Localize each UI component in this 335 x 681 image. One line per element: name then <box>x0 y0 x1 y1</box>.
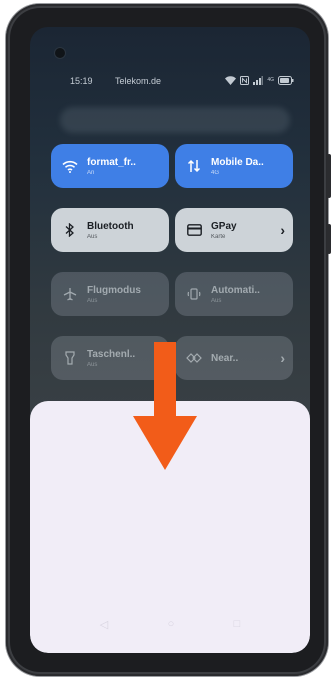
nfc-icon <box>240 76 250 87</box>
tile-status: Karte <box>211 233 226 240</box>
status-bar: 15:19 Telekom.de 4G <box>30 76 310 90</box>
flashlight-icon <box>59 347 81 369</box>
tile-status: Aus <box>87 297 98 304</box>
tile-status: An <box>87 169 95 176</box>
mobile-data-icon <box>183 155 205 177</box>
wifi-icon <box>225 76 237 87</box>
tile-status: Aus <box>87 361 98 368</box>
tile-gpay[interactable]: GPay Karte › <box>175 208 293 252</box>
recents-icon[interactable]: □ <box>234 618 241 631</box>
home-icon[interactable]: ○ <box>168 618 175 631</box>
power-button <box>327 224 331 254</box>
tile-bluetooth[interactable]: Bluetooth Aus <box>51 208 169 252</box>
bluetooth-icon <box>59 219 81 241</box>
tile-airplane-mode[interactable]: Flugmodus Aus <box>51 272 169 316</box>
tile-status: Aus <box>211 297 222 304</box>
chevron-right-icon: › <box>280 222 285 238</box>
tile-label: Near.. <box>211 352 239 364</box>
tile-wifi[interactable]: format_fr.. An <box>51 144 169 188</box>
navigation-bar: ◁ ○ □ <box>30 618 310 631</box>
tile-status: Aus <box>87 233 98 240</box>
4g-icon: 4G <box>267 76 274 83</box>
status-carrier: Telekom.de <box>115 76 162 86</box>
phone-screen: 15:19 Telekom.de 4G format_fr.. An Mobil… <box>30 27 310 653</box>
tile-auto-rotate[interactable]: Automati.. Aus <box>175 272 293 316</box>
tile-status: 4G <box>211 169 220 176</box>
tile-label: Mobile Da.. <box>211 156 264 168</box>
status-icons: 4G <box>225 76 294 87</box>
tile-label: Bluetooth <box>87 220 134 232</box>
airplane-icon <box>59 283 81 305</box>
battery-icon <box>278 76 294 87</box>
back-icon[interactable]: ◁ <box>100 618 108 631</box>
tile-label: format_fr.. <box>87 156 136 168</box>
tile-label: GPay <box>211 220 237 232</box>
front-camera <box>55 48 65 58</box>
status-time: 15:19 <box>70 76 93 86</box>
signal-icon <box>253 76 264 87</box>
tile-label: Flugmodus <box>87 284 141 296</box>
tile-mobile-data[interactable]: Mobile Da.. 4G <box>175 144 293 188</box>
brightness-slider[interactable] <box>60 107 290 133</box>
tile-label: Automati.. <box>211 284 260 296</box>
card-icon <box>183 219 205 241</box>
volume-button <box>327 154 331 198</box>
tile-label: Taschenl.. <box>87 348 136 360</box>
chevron-right-icon: › <box>280 350 285 366</box>
wifi-icon <box>59 155 81 177</box>
swipe-down-arrow-icon <box>133 342 197 470</box>
auto-rotate-icon <box>183 283 205 305</box>
